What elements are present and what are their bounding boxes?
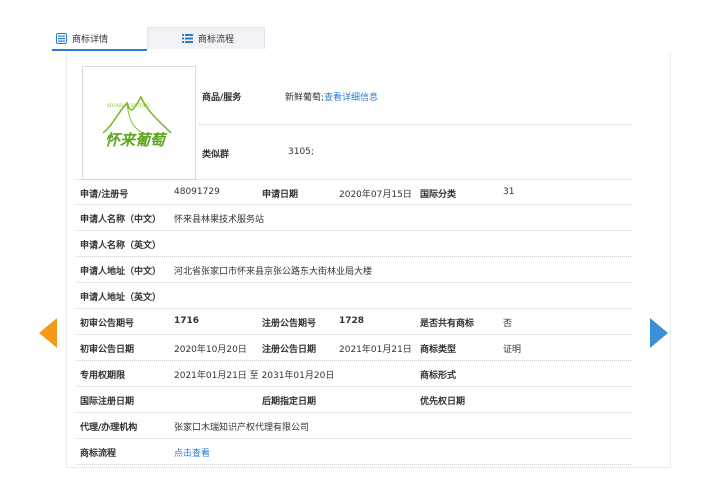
divider [199, 124, 631, 125]
intl-reg-date-label: 国际注册日期 [80, 397, 135, 407]
tm-type-value: 证明 [503, 345, 522, 355]
goods-value: 新鲜葡萄;查看详细信息 [285, 90, 378, 103]
priority-date-label: 优先权日期 [420, 397, 466, 407]
goods-label: 商品/服务 [202, 93, 242, 103]
reg-no-label: 申请/注册号 [80, 190, 129, 200]
divider [76, 464, 631, 465]
applicant-cn-value: 怀来县林果技术服务站 [174, 215, 265, 225]
trademark-logo: HUAILAI PUTAO 怀来葡萄 [102, 95, 172, 149]
exclusive-period-label: 专用权期限 [80, 371, 126, 381]
detail-list-icon [56, 32, 67, 44]
shared-value: 否 [503, 319, 513, 329]
divider [76, 412, 631, 413]
divider [76, 282, 631, 283]
reg-pub-no-value: 1728 [339, 316, 364, 326]
app-date-value: 2020年07月15日 [339, 190, 412, 200]
view-flow-link[interactable]: 点击查看 [174, 446, 210, 459]
prelim-date-value: 2020年10月20日 [174, 345, 247, 355]
divider [76, 360, 631, 361]
shared-label: 是否共有商标 [420, 319, 475, 329]
tm-type-label: 商标类型 [420, 345, 457, 355]
applicant-en-label: 申请人名称（英文） [80, 241, 162, 251]
prelim-no-label: 初审公告期号 [80, 319, 135, 329]
logo-english-text: HUAILAI PUTAO [107, 103, 150, 109]
later-designation-label: 后期指定日期 [262, 397, 317, 407]
tab-trademark-detail[interactable]: 商标详情 [52, 27, 147, 51]
agent-value: 张家口木瑞知识产权代理有限公司 [174, 423, 310, 433]
intl-class-value: 31 [503, 187, 515, 197]
exclusive-period-value: 2021年01月21日 至 2031年01月20日 [174, 371, 335, 381]
previous-arrow-icon[interactable] [39, 318, 57, 348]
tab-trademark-flow[interactable]: 商标流程 [147, 27, 265, 49]
divider [76, 308, 631, 309]
reg-pub-no-number: 1728 [339, 316, 365, 326]
address-cn-value: 河北省张家口市怀来县京张公路东大街林业局大楼 [174, 267, 373, 277]
divider [76, 204, 631, 205]
tab-label: 商标详情 [72, 34, 109, 45]
reg-no-value: 48091729 [174, 187, 220, 197]
divider [76, 179, 631, 180]
agent-label: 代理/办理机构 [80, 423, 138, 433]
next-arrow-icon[interactable] [650, 318, 668, 348]
flow-list-icon [181, 34, 193, 43]
divider [76, 334, 631, 335]
tm-form-label: 商标形式 [420, 371, 457, 381]
similar-group-label: 类似群 [202, 150, 230, 160]
divider [76, 438, 631, 439]
reg-pub-date-label: 注册公告日期 [262, 345, 317, 355]
tab-bar: 商标详情 商标流程 [52, 27, 662, 51]
app-date-label: 申请日期 [262, 190, 299, 200]
address-en-label: 申请人地址（英文） [80, 293, 162, 303]
prelim-no-value: 1716 [174, 316, 199, 326]
trademark-image[interactable]: HUAILAI PUTAO 怀来葡萄 [82, 66, 196, 180]
prelim-no-number: 1716 [174, 316, 200, 326]
divider [76, 386, 631, 387]
applicant-cn-label: 申请人名称（中文） [80, 215, 162, 225]
reg-pub-date-value: 2021年01月21日 [339, 345, 412, 355]
view-details-link[interactable]: 查看详细信息 [324, 93, 378, 103]
flow-label: 商标流程 [80, 449, 117, 459]
divider [76, 256, 631, 257]
similar-group-value: 3105; [288, 147, 314, 157]
prelim-date-label: 初审公告日期 [80, 345, 135, 355]
logo-chinese-text: 怀来葡萄 [105, 131, 168, 149]
reg-pub-no-label: 注册公告期号 [262, 319, 317, 329]
goods-text: 新鲜葡萄; [285, 93, 325, 103]
intl-class-label: 国际分类 [420, 190, 457, 200]
tab-label: 商标流程 [197, 35, 234, 45]
divider [76, 230, 631, 231]
address-cn-label: 申请人地址（中文） [80, 267, 162, 277]
